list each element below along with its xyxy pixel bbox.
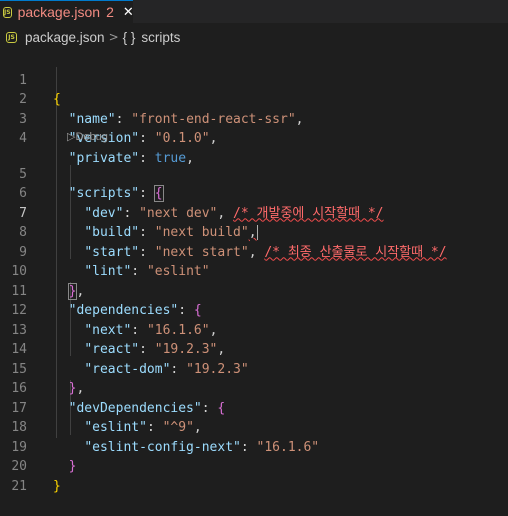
code-editor[interactable]: 1 { 2 "name": "front-end-react-ssr", 3 "… bbox=[0, 51, 508, 494]
code-line: 10 }, bbox=[0, 243, 508, 300]
debug-codelens[interactable]: ▷Debug bbox=[67, 129, 108, 145]
breadcrumb-symbol[interactable]: scripts bbox=[141, 30, 180, 45]
breadcrumb-file[interactable]: package.json bbox=[25, 30, 105, 45]
code-line: 11 "dependencies": { bbox=[0, 262, 508, 319]
breadcrumb: JS package.json > { } scripts bbox=[0, 23, 508, 51]
code-line: 7 "build": "next build", bbox=[0, 184, 508, 240]
json-string: "0.1.0" bbox=[154, 131, 210, 146]
code-line: 5 "scripts": { bbox=[0, 145, 508, 202]
code-line: 1 { bbox=[0, 51, 508, 108]
object-symbol-icon: { } bbox=[122, 29, 136, 45]
tab-title: package.json bbox=[17, 4, 101, 20]
debug-label: Debug bbox=[75, 131, 108, 143]
code-line: 17 "eslint": "^9", bbox=[0, 379, 508, 436]
line-number: 21 bbox=[11, 478, 27, 494]
tab-package-json[interactable]: JS package.json 2 ✕ bbox=[0, 0, 134, 23]
tab-bar: JS package.json 2 ✕ bbox=[0, 0, 508, 23]
brace: } bbox=[53, 478, 61, 494]
code-line: 3 "version": "0.1.0", bbox=[0, 90, 508, 147]
code-line: 4 "private": true, bbox=[0, 110, 508, 166]
close-icon[interactable]: ✕ bbox=[123, 5, 134, 20]
code-line: 9 "lint": "eslint" bbox=[0, 223, 508, 280]
code-line: 18 "eslint-config-next": "16.1.6" bbox=[0, 399, 508, 455]
code-line: 6 "dev": "next dev", /* 개발중에 시작할때 */ bbox=[0, 165, 508, 221]
code-line: 16 "devDependencies": { bbox=[0, 360, 508, 416]
chevron-right-icon: > bbox=[108, 30, 119, 44]
code-line: 21 bbox=[0, 457, 508, 494]
code-line: 19 } bbox=[0, 418, 508, 475]
code-line: 12 "next": "16.1.6", bbox=[0, 282, 508, 338]
code-line: 20 } bbox=[0, 438, 508, 494]
code-line: 13 "react": "19.2.3", bbox=[0, 301, 508, 358]
code-line: 2 "name": "front-end-react-ssr", bbox=[0, 71, 508, 127]
code-line: 15 }, bbox=[0, 340, 508, 397]
code-line: 8 "start": "next start", /* 최종 산출물로 시작할때… bbox=[0, 204, 508, 260]
code-line: 14 "react-dom": "19.2.3" bbox=[0, 321, 508, 377]
json-file-icon: JS bbox=[6, 31, 17, 43]
json-file-icon: JS bbox=[3, 6, 12, 18]
problem-count-badge: 2 bbox=[106, 4, 114, 20]
